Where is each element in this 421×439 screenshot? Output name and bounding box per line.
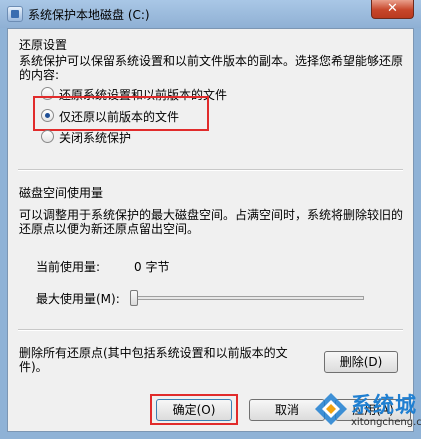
highlight-box	[33, 96, 209, 131]
max-usage-slider-thumb[interactable]	[130, 290, 138, 306]
radio-label: 关闭系统保护	[59, 131, 132, 145]
section-divider	[18, 169, 403, 171]
current-usage-value: 0 字节	[134, 260, 170, 274]
delete-description: 删除所有还原点(其中包括系统设置和以前版本的文件)。	[19, 346, 288, 374]
radio-button[interactable]	[41, 130, 54, 143]
dialog-content: 还原设置 系统保护可以保留系统设置和以前文件版本的副本。选择您希望能够还原的内容…	[7, 28, 414, 432]
window-title: 系统保护本地磁盘 (C:)	[28, 8, 150, 22]
system-protection-icon	[7, 6, 23, 22]
watermark-logo-icon	[315, 393, 347, 425]
watermark-brand: 系统城	[351, 393, 417, 417]
disk-space-description: 可以调整用于系统保护的最大磁盘空间。占满空间时，系统将删除较旧的还原点以便为新还…	[19, 208, 404, 236]
restore-settings-heading: 还原设置	[19, 38, 68, 52]
watermark-url: xitongcheng.com	[351, 417, 421, 428]
disk-space-heading: 磁盘空间使用量	[19, 186, 104, 200]
max-usage-label: 最大使用量(M):	[36, 292, 120, 306]
title-bar[interactable]: 系统保护本地磁盘 (C:) ✕	[0, 0, 421, 28]
close-button[interactable]: ✕	[371, 0, 414, 19]
section-divider	[18, 329, 403, 331]
restore-settings-description: 系统保护可以保留系统设置和以前文件版本的副本。选择您希望能够还原的内容:	[19, 54, 404, 82]
highlight-box	[150, 394, 238, 425]
dialog-window: 系统保护本地磁盘 (C:) ✕ 还原设置 系统保护可以保留系统设置和以前文件版本…	[0, 0, 421, 439]
max-usage-slider[interactable]	[134, 296, 364, 300]
delete-button[interactable]: 删除(D)	[324, 351, 398, 373]
current-usage-label: 当前使用量:	[36, 260, 101, 274]
site-watermark: 系统城 xitongcheng.com	[311, 387, 421, 439]
